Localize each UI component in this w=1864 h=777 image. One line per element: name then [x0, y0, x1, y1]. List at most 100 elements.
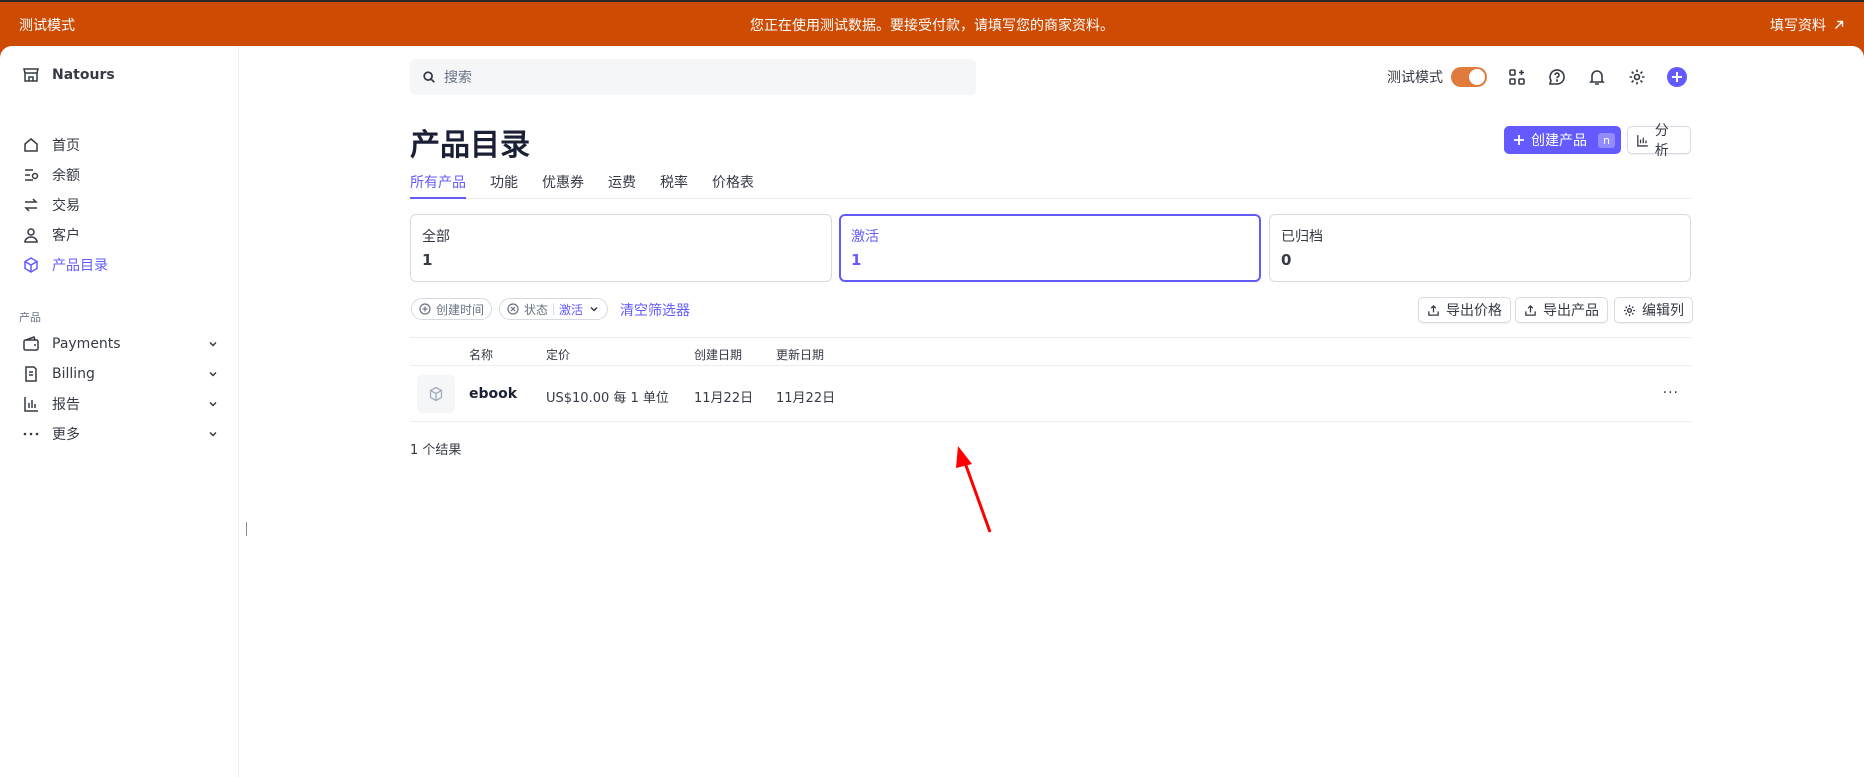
- banner-action-link[interactable]: 填写资料: [1770, 15, 1846, 35]
- status-card-count: 0: [1281, 251, 1292, 269]
- sidebar-item-label: Payments: [52, 336, 121, 352]
- wallet-icon: [22, 335, 40, 353]
- help-icon[interactable]: [1547, 67, 1567, 87]
- analytics-label: 分析: [1654, 123, 1669, 159]
- apps-icon[interactable]: [1507, 67, 1527, 87]
- banner-action-label: 填写资料: [1770, 18, 1826, 34]
- account-switcher[interactable]: Natours: [22, 66, 115, 84]
- catalog-tabs: 所有产品 功能 优惠券 运费 税率 价格表: [410, 172, 1691, 199]
- status-filter[interactable]: 状态 激活: [499, 298, 609, 320]
- tab-tax-rates[interactable]: 税率: [660, 172, 688, 199]
- sidebar-item-more[interactable]: 更多: [22, 419, 222, 449]
- search-input[interactable]: 搜索: [410, 59, 976, 95]
- sidebar-item-label: 客户: [52, 228, 80, 244]
- product-box-icon: [429, 386, 443, 402]
- clear-filters-link[interactable]: 清空筛选器: [620, 300, 690, 320]
- create-product-label: 创建产品: [1531, 133, 1587, 149]
- search-icon: [423, 71, 435, 83]
- column-header-updated[interactable]: 更新日期: [776, 346, 824, 363]
- products-nav: Payments Billing 报告 更多: [22, 329, 222, 449]
- sidebar-nav: 首页 余额 交易 客户 产品目录: [22, 130, 222, 280]
- filter-label: 创建时间: [436, 302, 485, 317]
- tab-features[interactable]: 功能: [490, 172, 518, 199]
- status-card-all[interactable]: 全部 1: [410, 214, 832, 282]
- keyboard-shortcut: n: [1598, 132, 1615, 148]
- row-actions-menu[interactable]: ···: [1663, 385, 1679, 401]
- gear-icon[interactable]: [1627, 67, 1647, 87]
- transactions-icon: [22, 196, 40, 214]
- products-section-label: 产品: [19, 311, 41, 324]
- page-title: 产品目录: [410, 128, 530, 163]
- chevron-down-icon: [204, 425, 222, 443]
- result-count: 1 个结果: [410, 443, 462, 458]
- arrow-up-right-icon: [1835, 20, 1844, 29]
- create-new-button[interactable]: [1667, 67, 1687, 87]
- column-header-name[interactable]: 名称: [469, 346, 493, 363]
- chevron-down-icon: [204, 365, 222, 383]
- chevron-down-icon: [590, 306, 598, 312]
- product-thumbnail: [417, 375, 455, 413]
- divider: [553, 303, 555, 315]
- export-prices-label: 导出价格: [1446, 303, 1502, 319]
- sidebar-item-label: 报告: [52, 397, 80, 413]
- status-card-active[interactable]: 激活 1: [839, 214, 1261, 282]
- column-header-price[interactable]: 定价: [546, 346, 570, 363]
- top-right-toolbar: 测试模式: [1387, 65, 1687, 89]
- store-icon: [22, 66, 40, 84]
- sidebar-item-label: 首页: [52, 138, 80, 154]
- sidebar-item-balance[interactable]: 余额: [22, 160, 222, 190]
- products-table: 名称 定价 创建日期 更新日期 ebook US$10.00 每 1 单位 11…: [410, 337, 1691, 422]
- status-card-label: 激活: [851, 229, 879, 245]
- sidebar-item-customers[interactable]: 客户: [22, 220, 222, 250]
- banner-message: 您正在使用测试数据。要接受付款，请填写您的商家资料。: [750, 18, 1114, 34]
- status-card-count: 1: [422, 251, 433, 269]
- brand-name: Natours: [52, 67, 115, 83]
- edit-columns-button[interactable]: 编辑列: [1614, 297, 1693, 323]
- sidebar-item-transactions[interactable]: 交易: [22, 190, 222, 220]
- table-header: 名称 定价 创建日期 更新日期: [410, 337, 1691, 366]
- sidebar-item-label: 产品目录: [52, 258, 108, 274]
- column-header-created[interactable]: 创建日期: [694, 346, 742, 363]
- table-row[interactable]: ebook US$10.00 每 1 单位 11月22日 11月22日 ···: [410, 366, 1691, 422]
- sidebar-item-product-catalog[interactable]: 产品目录: [22, 250, 222, 280]
- sidebar-item-payments[interactable]: Payments: [22, 329, 222, 359]
- export-icon: [1525, 304, 1536, 316]
- sidebar-item-billing[interactable]: Billing: [22, 359, 222, 389]
- sidebar-item-label: 更多: [52, 427, 80, 443]
- chevron-down-icon: [204, 335, 222, 353]
- sidebar-item-label: 余额: [52, 168, 80, 184]
- plus-icon: [1672, 72, 1682, 82]
- home-icon: [22, 136, 40, 154]
- sidebar-item-reports[interactable]: 报告: [22, 389, 222, 419]
- edit-columns-label: 编辑列: [1642, 303, 1684, 319]
- analytics-button[interactable]: 分析: [1627, 123, 1691, 159]
- product-updated-date: 11月22日: [776, 391, 836, 406]
- customer-icon: [22, 226, 40, 244]
- created-date-filter[interactable]: 创建时间: [411, 298, 493, 320]
- test-mode-banner: 测试模式 您正在使用测试数据。要接受付款，请填写您的商家资料。 填写资料: [0, 0, 1864, 46]
- bar-chart-icon: [22, 395, 40, 413]
- tab-coupons[interactable]: 优惠券: [542, 172, 584, 199]
- product-created-date: 11月22日: [694, 391, 754, 406]
- tab-shipping-rates[interactable]: 运费: [608, 172, 636, 199]
- export-products-label: 导出产品: [1543, 303, 1599, 319]
- more-dots-icon: [22, 425, 40, 443]
- product-name[interactable]: ebook: [469, 386, 517, 402]
- test-mode-toggle[interactable]: [1451, 67, 1487, 87]
- export-icon: [1428, 304, 1439, 316]
- bell-icon[interactable]: [1587, 67, 1607, 87]
- sidebar-item-label: Billing: [52, 366, 95, 382]
- tab-pricing-tables[interactable]: 价格表: [712, 172, 754, 199]
- clear-circle-icon: [507, 303, 519, 315]
- tab-all-products[interactable]: 所有产品: [410, 172, 466, 199]
- bar-chart-icon: [1637, 134, 1648, 147]
- sidebar-item-home[interactable]: 首页: [22, 130, 222, 160]
- balance-icon: [22, 166, 40, 184]
- search-placeholder: 搜索: [444, 70, 472, 86]
- app-window: Natours 首页 余额 交易 客户 产品目录 产品 Payments Bil…: [0, 46, 1864, 777]
- export-products-button[interactable]: 导出产品: [1515, 297, 1608, 323]
- plus-icon: [1514, 135, 1524, 145]
- status-card-archived[interactable]: 已归档 0: [1269, 214, 1691, 282]
- export-prices-button[interactable]: 导出价格: [1418, 297, 1511, 323]
- create-product-button[interactable]: 创建产品 n: [1504, 126, 1621, 154]
